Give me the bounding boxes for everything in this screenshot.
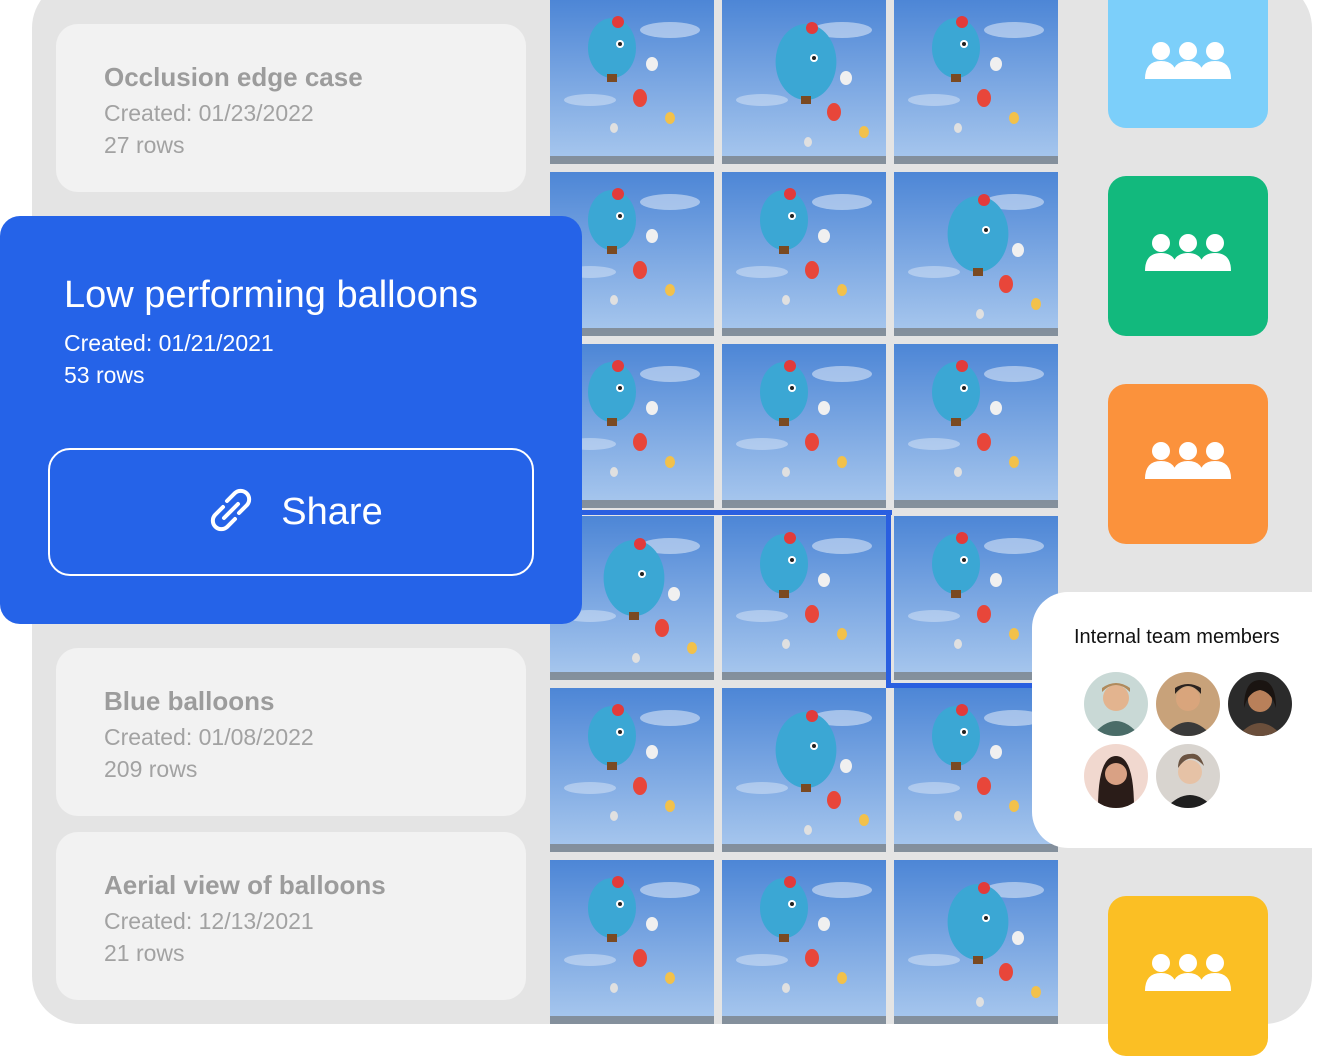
dataset-title: Low performing balloons — [64, 274, 479, 316]
grid-image[interactable] — [722, 688, 886, 852]
grid-image[interactable] — [722, 172, 886, 336]
avatar[interactable] — [1228, 672, 1292, 736]
dataset-created: Created: 01/08/2022 — [104, 724, 314, 750]
team-group-icon — [1143, 439, 1233, 490]
grid-image[interactable] — [894, 172, 1058, 336]
selection-outline-top — [582, 510, 892, 515]
grid-image[interactable] — [894, 0, 1058, 164]
grid-image[interactable] — [722, 344, 886, 508]
dataset-title: Occlusion edge case — [104, 62, 363, 92]
share-button[interactable]: Share — [48, 448, 534, 576]
dataset-rows: 21 rows — [104, 940, 185, 966]
grid-image[interactable] — [550, 860, 714, 1024]
dataset-created: Created: 01/23/2022 — [104, 100, 314, 126]
avatar[interactable] — [1084, 672, 1148, 736]
dataset-card-aerial[interactable]: Aerial view of balloons Created: 12/13/2… — [56, 832, 526, 1000]
avatar[interactable] — [1156, 744, 1220, 808]
members-panel-title: Internal team members — [1074, 626, 1280, 648]
dataset-rows: 53 rows — [64, 362, 145, 388]
grid-image[interactable] — [722, 860, 886, 1024]
grid-image[interactable] — [722, 0, 886, 164]
dataset-created: Created: 12/13/2021 — [104, 908, 314, 934]
grid-image[interactable] — [894, 344, 1058, 508]
grid-image[interactable] — [722, 516, 886, 680]
share-label: Share — [281, 490, 383, 533]
avatar[interactable] — [1156, 672, 1220, 736]
team-group-icon — [1143, 39, 1233, 90]
dataset-card-blue[interactable]: Blue balloons Created: 01/08/2022 209 ro… — [56, 648, 526, 816]
team-tile[interactable] — [1108, 384, 1268, 544]
team-group-icon — [1143, 231, 1233, 282]
dataset-created: Created: 01/21/2021 — [64, 330, 274, 356]
link-icon — [199, 485, 263, 540]
grid-image[interactable] — [550, 688, 714, 852]
avatar[interactable] — [1084, 744, 1148, 808]
dataset-card-low-performing[interactable]: Low performing balloons Created: 01/21/2… — [0, 216, 582, 624]
grid-image[interactable] — [550, 0, 714, 164]
team-tile[interactable] — [1108, 896, 1268, 1056]
dataset-title: Blue balloons — [104, 686, 275, 716]
dataset-title: Aerial view of balloons — [104, 870, 386, 900]
team-group-icon — [1143, 951, 1233, 1002]
dataset-rows: 27 rows — [104, 132, 185, 158]
team-tile[interactable] — [1108, 0, 1268, 128]
dataset-card-occlusion[interactable]: Occlusion edge case Created: 01/23/2022 … — [56, 24, 526, 192]
dataset-rows: 209 rows — [104, 756, 198, 782]
selection-outline-side — [886, 510, 891, 688]
grid-image[interactable] — [894, 860, 1058, 1024]
internal-members-panel: Internal team members — [1032, 592, 1332, 848]
team-tile[interactable] — [1108, 176, 1268, 336]
selection-outline-bottom — [886, 683, 1036, 688]
